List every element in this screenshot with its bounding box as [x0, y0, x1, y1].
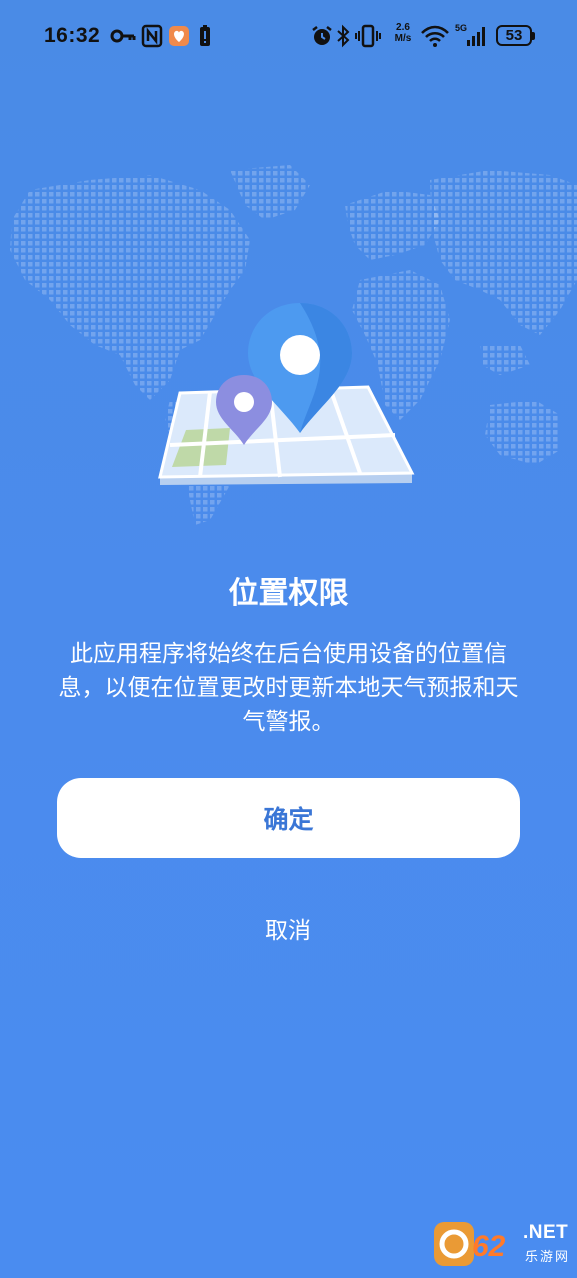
network-speed-unit: M/s [394, 33, 412, 44]
network-speed: 2.6 M/s [390, 22, 416, 44]
key-icon [110, 29, 136, 43]
watermark-suffix: .NET [523, 1222, 569, 1243]
signal-icon [467, 27, 485, 46]
network-speed-value: 2.6 [396, 22, 410, 33]
dialog-message: 此应用程序将始终在后台使用设备的位置信息，以便在位置更改时更新本地天气预报和天气… [58, 641, 519, 735]
status-time: 16:32 [44, 24, 101, 47]
dialog-title: 位置权限 [228, 576, 349, 611]
svg-text:62: 62 [472, 1230, 506, 1263]
battery-alert-icon [200, 25, 210, 46]
alarm-icon [312, 26, 332, 45]
bluetooth-icon [337, 24, 350, 48]
vibrate-icon [355, 24, 381, 48]
wifi-icon [421, 25, 449, 47]
battery-icon: 53 [496, 25, 535, 46]
nfc-icon [141, 24, 163, 48]
app-notification-icon [169, 26, 189, 46]
location-map-illustration [158, 303, 415, 485]
status-bar: 16:32 2.6 M/s 5G 53 [0, 0, 577, 72]
watermark-logo-graphic: 62 [434, 1222, 506, 1266]
watermark-logo: 62 .NET 乐游网 [430, 1214, 575, 1274]
watermark-site-name: 乐游网 [525, 1250, 571, 1265]
cancel-button[interactable]: 取消 [188, 900, 388, 956]
confirm-button[interactable]: 确定 [57, 778, 520, 858]
